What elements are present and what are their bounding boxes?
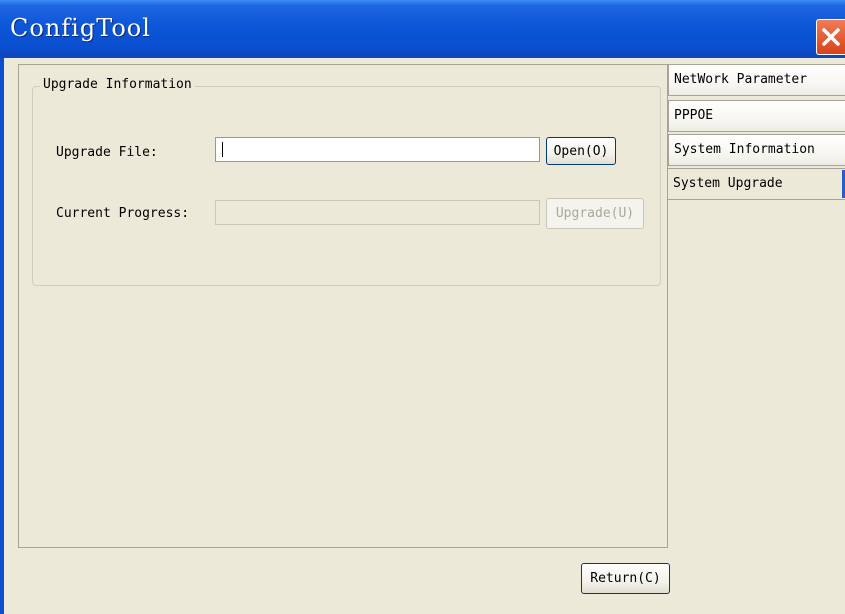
tab-label: System Upgrade [673, 176, 783, 191]
text-caret [222, 142, 223, 157]
tab-label: System Information [674, 142, 815, 157]
upgrade-file-label: Upgrade File: [56, 145, 158, 160]
current-progress-label: Current Progress: [56, 206, 190, 221]
window-title: ConfigTool [10, 14, 151, 42]
groupbox-title: Upgrade Information [40, 77, 195, 92]
window-frame-left [0, 58, 4, 614]
return-button[interactable]: Return(C) [581, 563, 670, 594]
upgrade-progress-bar [215, 200, 540, 225]
tab-label: NetWork Parameter [674, 72, 808, 87]
upgrade-file-input[interactable] [215, 137, 540, 162]
tab-system-upgrade[interactable]: System Upgrade [668, 168, 845, 200]
upgrade-button[interactable]: Upgrade(U) [546, 198, 644, 229]
tab-pppoe[interactable]: PPPOE [668, 100, 845, 132]
open-button[interactable]: Open(O) [546, 137, 616, 165]
tab-network-parameter[interactable]: NetWork Parameter [668, 64, 845, 96]
upgrade-info-groupbox [32, 86, 661, 286]
title-bar[interactable]: ConfigTool [0, 0, 845, 58]
tab-label: PPPOE [674, 108, 714, 123]
tab-system-information[interactable]: System Information [668, 134, 845, 166]
config-tool-window: ConfigTool Upgrade Information Upgrade F… [0, 0, 845, 614]
close-button[interactable] [816, 19, 845, 55]
